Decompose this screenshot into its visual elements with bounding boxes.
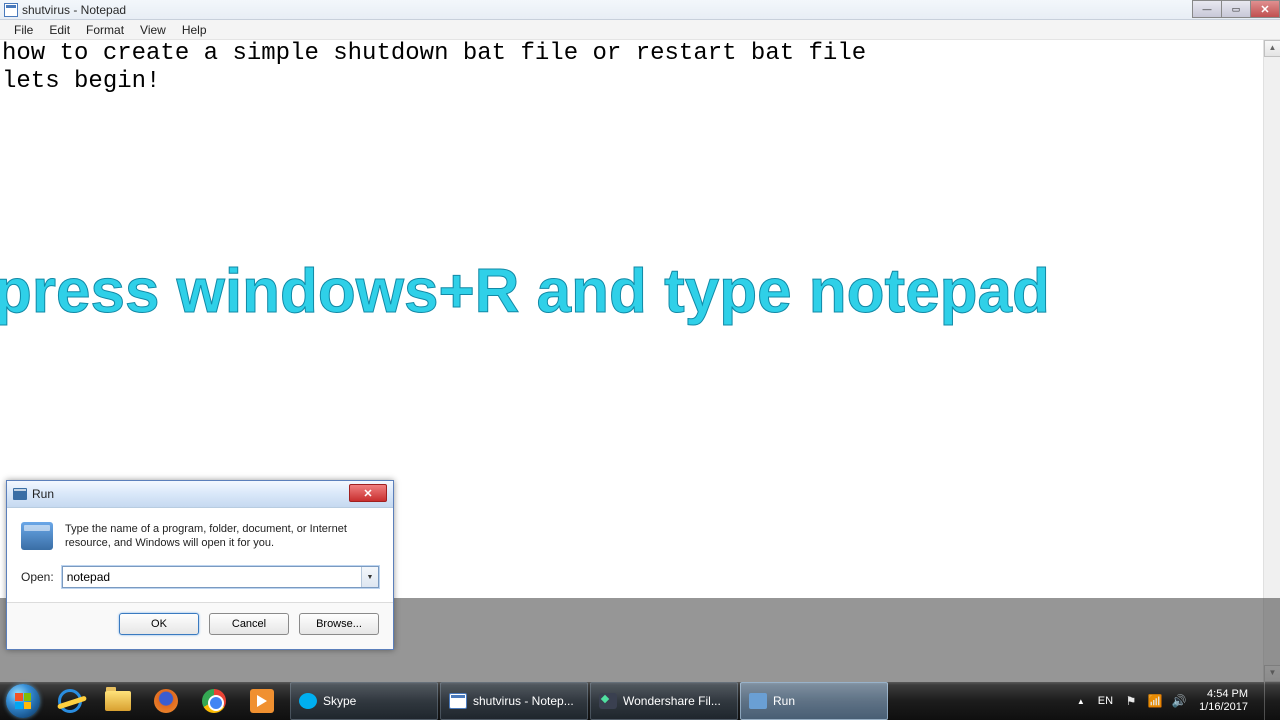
menu-format[interactable]: Format — [78, 21, 132, 39]
pinned-chrome[interactable] — [190, 682, 238, 720]
taskbar-item-label: Run — [773, 694, 795, 708]
menu-edit[interactable]: Edit — [41, 21, 78, 39]
pinned-ie[interactable] — [46, 682, 94, 720]
run-button-row: OK Cancel Browse... — [7, 602, 393, 649]
start-button[interactable] — [0, 682, 46, 720]
open-input[interactable] — [62, 566, 379, 588]
clock-date: 1/16/2017 — [1199, 701, 1248, 714]
notepad-taskbar-icon — [449, 693, 467, 709]
cancel-button[interactable]: Cancel — [209, 613, 289, 635]
network-icon[interactable]: 📶 — [1147, 693, 1163, 709]
pinned-firefox[interactable] — [142, 682, 190, 720]
menu-file[interactable]: File — [6, 21, 41, 39]
browse-button[interactable]: Browse... — [299, 613, 379, 635]
scroll-up-arrow[interactable]: ▲ — [1264, 40, 1280, 57]
volume-icon[interactable]: 🔊 — [1171, 693, 1187, 709]
taskbar-item-label: Wondershare Fil... — [623, 694, 721, 708]
clock[interactable]: 4:54 PM 1/16/2017 — [1195, 688, 1252, 714]
notepad-icon — [4, 3, 18, 17]
run-taskbar-icon — [749, 693, 767, 709]
ok-button[interactable]: OK — [119, 613, 199, 635]
taskbar-item-label: shutvirus - Notep... — [473, 694, 574, 708]
ie-icon — [58, 689, 82, 713]
menu-help[interactable]: Help — [174, 21, 215, 39]
chrome-icon — [202, 689, 226, 713]
run-titlebar[interactable]: Run ✕ — [7, 481, 393, 508]
open-combobox[interactable]: ▼ — [62, 566, 379, 588]
run-close-button[interactable]: ✕ — [349, 484, 387, 502]
open-label: Open: — [21, 570, 54, 584]
minimize-button[interactable]: — — [1192, 0, 1222, 18]
action-center-icon[interactable]: ⚑ — [1123, 693, 1139, 709]
clock-time: 4:54 PM — [1199, 688, 1248, 701]
run-icon — [13, 488, 27, 500]
open-dropdown-button[interactable]: ▼ — [361, 567, 378, 587]
overlay-caption: press windows+R and type notepad — [0, 256, 1050, 327]
menubar: File Edit Format View Help — [0, 20, 1280, 40]
skype-icon — [299, 693, 317, 709]
tray-overflow-button[interactable]: ▲ — [1074, 694, 1088, 708]
run-description: Type the name of a program, folder, docu… — [65, 522, 379, 550]
run-program-icon — [21, 522, 53, 550]
taskbar-item-label: Skype — [323, 694, 356, 708]
run-body: Type the name of a program, folder, docu… — [7, 508, 393, 602]
vertical-scrollbar[interactable]: ▲ ▼ — [1263, 40, 1280, 682]
notepad-titlebar[interactable]: shutvirus - Notepad — ▭ ✕ — [0, 0, 1280, 20]
folder-icon — [105, 691, 131, 711]
wondershare-icon — [599, 693, 617, 709]
pinned-explorer[interactable] — [94, 682, 142, 720]
taskbar: Skype shutvirus - Notep... Wondershare F… — [0, 682, 1280, 720]
system-tray: ▲ EN ⚑ 📶 🔊 4:54 PM 1/16/2017 — [1074, 682, 1280, 720]
maximize-button[interactable]: ▭ — [1221, 0, 1251, 18]
language-indicator[interactable]: EN — [1096, 695, 1115, 707]
taskbar-item-wondershare[interactable]: Wondershare Fil... — [590, 682, 738, 720]
taskbar-item-notepad[interactable]: shutvirus - Notep... — [440, 682, 588, 720]
run-dialog: Run ✕ Type the name of a program, folder… — [6, 480, 394, 650]
pinned-media[interactable] — [238, 682, 286, 720]
window-controls: — ▭ ✕ — [1193, 0, 1280, 18]
play-icon — [250, 689, 274, 713]
pinned-apps — [46, 682, 286, 720]
close-button[interactable]: ✕ — [1250, 0, 1280, 18]
menu-view[interactable]: View — [132, 21, 174, 39]
window-title: shutvirus - Notepad — [22, 3, 126, 17]
taskbar-item-skype[interactable]: Skype — [290, 682, 438, 720]
taskbar-item-run[interactable]: Run — [740, 682, 888, 720]
show-desktop-button[interactable] — [1264, 682, 1274, 720]
taskbar-items: Skype shutvirus - Notep... Wondershare F… — [290, 682, 890, 720]
run-title: Run — [32, 487, 54, 501]
firefox-icon — [154, 689, 178, 713]
